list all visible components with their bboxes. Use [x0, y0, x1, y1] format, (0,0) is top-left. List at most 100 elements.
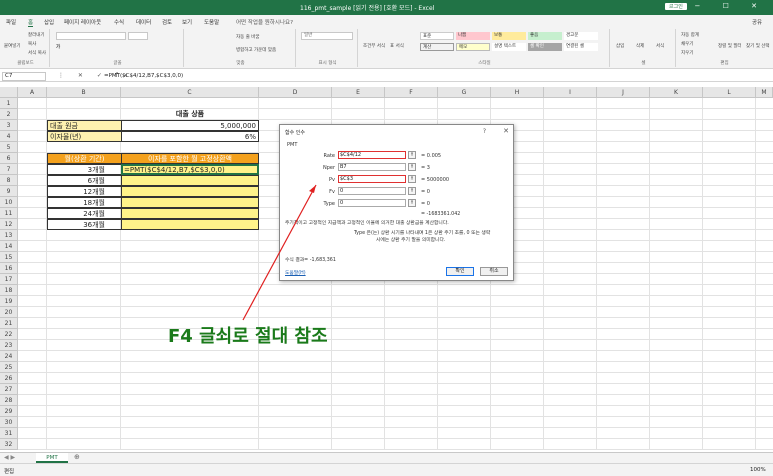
merge-center-button[interactable]: 병합하고 가운데 맞춤: [236, 47, 276, 53]
arg-input-type[interactable]: 0: [338, 199, 406, 207]
row-header[interactable]: 6: [0, 153, 18, 164]
cut-button[interactable]: 잘라내기: [28, 32, 45, 38]
number-format-box[interactable]: 일반: [301, 32, 353, 40]
menu-view[interactable]: 보기: [182, 18, 192, 26]
col-header-i[interactable]: I: [544, 87, 597, 98]
row-header[interactable]: 2: [0, 109, 18, 120]
font-size-box[interactable]: [128, 32, 148, 40]
row-header[interactable]: 31: [0, 428, 18, 439]
tell-me-search[interactable]: 어떤 작업을 원하시나요?: [236, 18, 293, 26]
row-header[interactable]: 7: [0, 164, 18, 175]
row-header[interactable]: 15: [0, 252, 18, 263]
add-sheet-icon[interactable]: ⊕: [74, 453, 80, 461]
menu-data[interactable]: 데이터: [136, 18, 151, 26]
collapse-dialog-icon[interactable]: ⭡: [408, 163, 416, 171]
delete-cells-button[interactable]: 삭제: [636, 43, 644, 49]
menu-review[interactable]: 검토: [162, 18, 172, 26]
style-check-cell[interactable]: 셀 확인: [528, 43, 562, 51]
col-header-l[interactable]: L: [703, 87, 756, 98]
format-painter-button[interactable]: 서식 복사: [28, 50, 46, 56]
period-cell[interactable]: 24개월: [47, 208, 122, 219]
row-header[interactable]: 23: [0, 340, 18, 351]
fill-button[interactable]: 채우기: [681, 41, 693, 47]
bold-button[interactable]: 가: [56, 44, 60, 50]
row-header[interactable]: 18: [0, 285, 18, 296]
collapse-dialog-icon[interactable]: ⭡: [408, 187, 416, 195]
collapse-dialog-icon[interactable]: ⭡: [408, 175, 416, 183]
period-cell[interactable]: 12개월: [47, 186, 122, 197]
menu-formulas[interactable]: 수식: [114, 18, 124, 26]
payment-cell[interactable]: [121, 197, 259, 208]
row-header[interactable]: 1: [0, 98, 18, 109]
collapse-dialog-icon[interactable]: ⭡: [408, 199, 416, 207]
select-all-corner[interactable]: [0, 87, 18, 98]
style-warning[interactable]: 경고문: [564, 32, 598, 40]
col-header-g[interactable]: G: [438, 87, 491, 98]
cancel-button[interactable]: 취소: [480, 267, 508, 276]
menu-home[interactable]: 홈: [28, 18, 34, 27]
row-header[interactable]: 5: [0, 142, 18, 153]
row-header[interactable]: 19: [0, 296, 18, 307]
loan-value[interactable]: 5,000,000: [121, 120, 259, 131]
row-header[interactable]: 28: [0, 395, 18, 406]
style-note[interactable]: 메모: [456, 43, 490, 51]
sheet-nav-icon[interactable]: ◀ ▶: [4, 454, 15, 461]
style-explanatory[interactable]: 설명 텍스트: [492, 43, 526, 51]
table-format-button[interactable]: 표 서식: [390, 43, 404, 49]
row-header[interactable]: 24: [0, 351, 18, 362]
row-header[interactable]: 32: [0, 439, 18, 450]
menu-file[interactable]: 파일: [6, 18, 16, 26]
copy-button[interactable]: 복사: [28, 41, 36, 47]
row-header[interactable]: 8: [0, 175, 18, 186]
payment-cell[interactable]: [121, 175, 259, 186]
period-cell[interactable]: 36개월: [47, 219, 122, 230]
row-header[interactable]: 16: [0, 263, 18, 274]
name-box[interactable]: C7: [2, 72, 46, 81]
row-header[interactable]: 12: [0, 219, 18, 230]
formula-input[interactable]: =PMT($C$4/12,B7,$C$3,0,0): [104, 73, 183, 79]
menu-insert[interactable]: 삽입: [44, 18, 54, 26]
wrap-text-button[interactable]: 자동 줄 바꿈: [236, 34, 260, 40]
ok-button[interactable]: 확인: [446, 267, 474, 276]
col-header-h[interactable]: H: [491, 87, 544, 98]
font-name-box[interactable]: [56, 32, 126, 40]
col-header-f[interactable]: F: [385, 87, 438, 98]
row-header[interactable]: 30: [0, 417, 18, 428]
menu-page-layout[interactable]: 페이지 레이아웃: [64, 18, 101, 26]
row-header[interactable]: 22: [0, 329, 18, 340]
row-header[interactable]: 3: [0, 120, 18, 131]
row-header[interactable]: 21: [0, 318, 18, 329]
period-cell[interactable]: 6개월: [47, 175, 122, 186]
collapse-dialog-icon[interactable]: ⭡: [408, 151, 416, 159]
payment-cell[interactable]: [121, 208, 259, 219]
row-header[interactable]: 11: [0, 208, 18, 219]
autosum-button[interactable]: 자동 합계: [681, 32, 699, 38]
row-header[interactable]: 27: [0, 384, 18, 395]
insert-cells-button[interactable]: 삽입: [616, 43, 624, 49]
sheet-tab-pmt[interactable]: PMT: [36, 453, 68, 463]
sort-filter-button[interactable]: 정렬 및 필터: [718, 43, 742, 49]
style-neutral[interactable]: 보통: [492, 32, 526, 40]
row-header[interactable]: 13: [0, 230, 18, 241]
clear-button[interactable]: 지우기: [681, 50, 693, 56]
row-header[interactable]: 25: [0, 362, 18, 373]
dialog-help-button[interactable]: ?: [483, 128, 486, 135]
arg-input-pv[interactable]: $C$3: [338, 175, 406, 183]
row-header[interactable]: 10: [0, 197, 18, 208]
row-header[interactable]: 26: [0, 373, 18, 384]
style-good[interactable]: 좋음: [528, 32, 562, 40]
row-header[interactable]: 17: [0, 274, 18, 285]
style-normal[interactable]: 표준: [420, 32, 454, 40]
period-cell[interactable]: 18개월: [47, 197, 122, 208]
col-header-k[interactable]: K: [650, 87, 703, 98]
col-header-e[interactable]: E: [332, 87, 385, 98]
col-header-c[interactable]: C: [121, 87, 259, 98]
arg-input-rate[interactable]: $C$4/12: [338, 151, 406, 159]
period-cell[interactable]: 3개월: [47, 164, 122, 175]
col-header-a[interactable]: A: [18, 87, 47, 98]
col-header-b[interactable]: B: [47, 87, 121, 98]
find-select-button[interactable]: 찾기 및 선택: [746, 43, 770, 49]
arg-input-fv[interactable]: 0: [338, 187, 406, 195]
paste-button[interactable]: 붙여넣기: [4, 43, 21, 49]
zoom-level[interactable]: 100%: [750, 467, 766, 473]
